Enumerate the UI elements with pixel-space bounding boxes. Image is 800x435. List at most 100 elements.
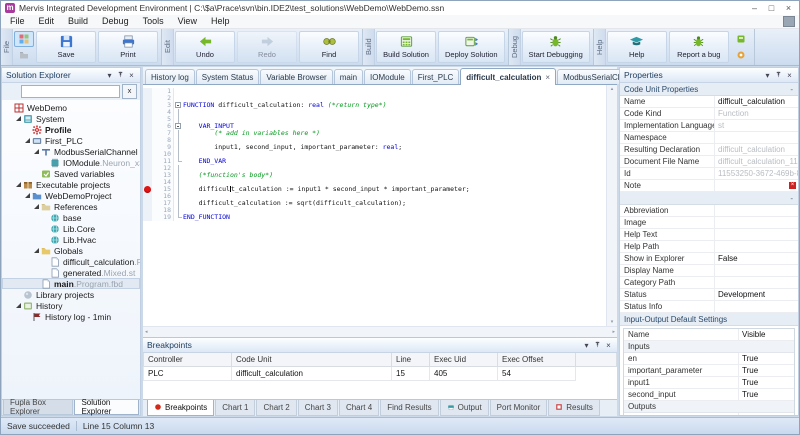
tree-item-lib-hvac[interactable]: Lib.Hvac (2, 234, 140, 245)
new-solution-icon[interactable] (14, 31, 34, 47)
property-row-category-path[interactable]: Category Path (620, 277, 798, 289)
panel-close-button[interactable]: × (784, 69, 795, 82)
menu-view[interactable]: View (171, 15, 204, 28)
expand-arrow-icon[interactable] (32, 204, 40, 209)
tree-item-base[interactable]: base (2, 212, 140, 223)
property-row-code-kind[interactable]: Code KindFunction (620, 108, 798, 120)
auto-hide-pin-button[interactable] (115, 69, 126, 82)
bottom-tab-output[interactable]: Output (440, 400, 489, 416)
undo-button[interactable]: Undo (175, 31, 235, 63)
tree-item-profile[interactable]: Profile (2, 124, 140, 135)
property-value[interactable]: × (715, 180, 798, 191)
property-row-en[interactable]: enTrue (624, 353, 794, 365)
help-button[interactable]: Help (607, 31, 667, 63)
tree-item-webdemoproject[interactable]: WebDemoProject (2, 190, 140, 201)
code-line[interactable]: 7 (* add in variables here *) (143, 130, 606, 137)
properties-section-header[interactable]: Code Unit Properties- (620, 83, 798, 96)
tree-item-difficult-calculation[interactable]: difficult_calculation.Function (2, 256, 140, 267)
properties-section-header[interactable]: - (620, 192, 798, 205)
tree-item-globals[interactable]: Globals (2, 245, 140, 256)
deploy-solution-button[interactable]: Deploy Solution (438, 31, 505, 63)
tree-item-history[interactable]: History (2, 300, 140, 311)
build-solution-button[interactable]: Build Solution (376, 31, 436, 63)
property-value[interactable] (715, 205, 798, 216)
fold-gutter[interactable] (174, 102, 183, 109)
breakpoint-gutter[interactable] (143, 116, 152, 123)
property-row-namespace[interactable]: Namespace (620, 132, 798, 144)
property-row-help-text[interactable]: Help Text (620, 229, 798, 241)
bottom-tab-chart-3[interactable]: Chart 3 (298, 400, 338, 416)
tree-item-references[interactable]: References (2, 201, 140, 212)
menu-debug[interactable]: Debug (95, 15, 136, 28)
property-value[interactable] (715, 277, 798, 288)
column-header-line[interactable]: Line (392, 353, 430, 367)
bottom-tab-port-monitor[interactable]: Port Monitor (490, 400, 548, 416)
column-header-code-unit[interactable]: Code Unit (232, 353, 392, 367)
breakpoint-dot-icon[interactable] (144, 186, 151, 193)
tree-item-history-log-1min[interactable]: History log - 1min (2, 311, 140, 322)
tree-item-executable-projects[interactable]: Executable projects (2, 179, 140, 190)
property-value[interactable]: difficult_calculation (715, 96, 798, 107)
expand-arrow-icon[interactable] (14, 303, 22, 308)
property-row-resulting-declaration[interactable]: Resulting Declarationdifficult_calculati… (620, 144, 798, 156)
panel-menu-button[interactable]: ▾ (104, 69, 115, 82)
property-value[interactable]: Function (715, 108, 798, 119)
breakpoint-row[interactable]: PLCdifficult_calculation1540554 (144, 367, 617, 381)
property-row-name[interactable]: Namedifficult_calculation (620, 96, 798, 108)
column-header-controller[interactable]: Controller (144, 353, 232, 367)
misc-tool-top-icon[interactable] (731, 31, 751, 47)
section-collapse-button[interactable]: - (790, 85, 793, 94)
code-view[interactable]: 123FUNCTION difficult_calculation: real … (143, 85, 606, 326)
property-value[interactable]: True (739, 377, 794, 388)
property-value[interactable]: True (739, 413, 794, 415)
breakpoint-gutter[interactable] (143, 193, 152, 200)
code-line[interactable]: 17 difficult_calculation := sqrt(difficu… (143, 200, 606, 207)
property-value[interactable] (715, 217, 798, 228)
breakpoint-gutter[interactable] (143, 158, 152, 165)
tree-item-library-projects[interactable]: Library projects (2, 289, 140, 300)
expand-arrow-icon[interactable] (23, 138, 31, 143)
property-value[interactable]: difficult_calculation (715, 144, 798, 155)
section-collapse-button[interactable]: - (790, 194, 793, 203)
editor-tab-first-plc[interactable]: First_PLC (412, 69, 460, 84)
column-header-exec-uid[interactable]: Exec Uid (430, 353, 498, 367)
property-value[interactable]: True (739, 389, 794, 400)
bottom-tab-chart-1[interactable]: Chart 1 (215, 400, 255, 416)
close-button[interactable]: × (780, 2, 797, 15)
property-value[interactable]: Development (715, 289, 798, 300)
property-value[interactable] (715, 301, 798, 312)
breakpoint-gutter[interactable] (143, 172, 152, 179)
menu-tools[interactable]: Tools (136, 15, 171, 28)
property-row-status-info[interactable]: Status Info (620, 301, 798, 313)
tree-item-webdemo[interactable]: WebDemo (2, 102, 140, 113)
panel-menu-button[interactable]: ▾ (762, 69, 773, 82)
editor-tab-variable-browser[interactable]: Variable Browser (260, 69, 332, 84)
io-settings-section-header[interactable]: Input-Output Default Settings (620, 313, 798, 326)
tree-item-iomodule[interactable]: IOModule.Neuron_xS50.1.0.v (2, 157, 140, 168)
code-line[interactable]: 11 END_VAR (143, 158, 606, 165)
tree-item-lib-core[interactable]: Lib.Core (2, 223, 140, 234)
editor-tab-iomodule[interactable]: IOModule (364, 69, 411, 84)
menu-end-icon[interactable] (783, 16, 795, 27)
editor-tab-history-log[interactable]: History log (145, 69, 195, 84)
panel-close-button[interactable]: × (126, 69, 137, 82)
tree-filter-icon[interactable] (5, 85, 19, 98)
editor-horizontal-scrollbar[interactable]: ◂▸ (143, 326, 617, 337)
property-value[interactable]: False (715, 253, 798, 264)
bottom-tab-find-results[interactable]: Find Results (380, 400, 438, 416)
property-value[interactable]: True (739, 353, 794, 364)
property-row-second-input[interactable]: second_inputTrue (624, 389, 794, 401)
menu-help[interactable]: Help (204, 15, 237, 28)
breakpoint-gutter[interactable] (143, 144, 152, 151)
bottom-tab-chart-2[interactable]: Chart 2 (256, 400, 296, 416)
breakpoint-gutter[interactable] (143, 179, 152, 186)
auto-hide-pin-button[interactable] (773, 69, 784, 82)
expand-arrow-icon[interactable] (14, 182, 22, 187)
editor-vertical-scrollbar[interactable]: ▴▾ (606, 85, 617, 326)
fold-gutter[interactable] (174, 123, 183, 130)
property-row-implementation-language[interactable]: Implementation Languagest (620, 120, 798, 132)
breakpoint-gutter[interactable] (143, 214, 152, 221)
property-row-image[interactable]: Image (620, 217, 798, 229)
breakpoint-gutter[interactable] (143, 165, 152, 172)
code-line[interactable]: 1 (143, 88, 606, 95)
